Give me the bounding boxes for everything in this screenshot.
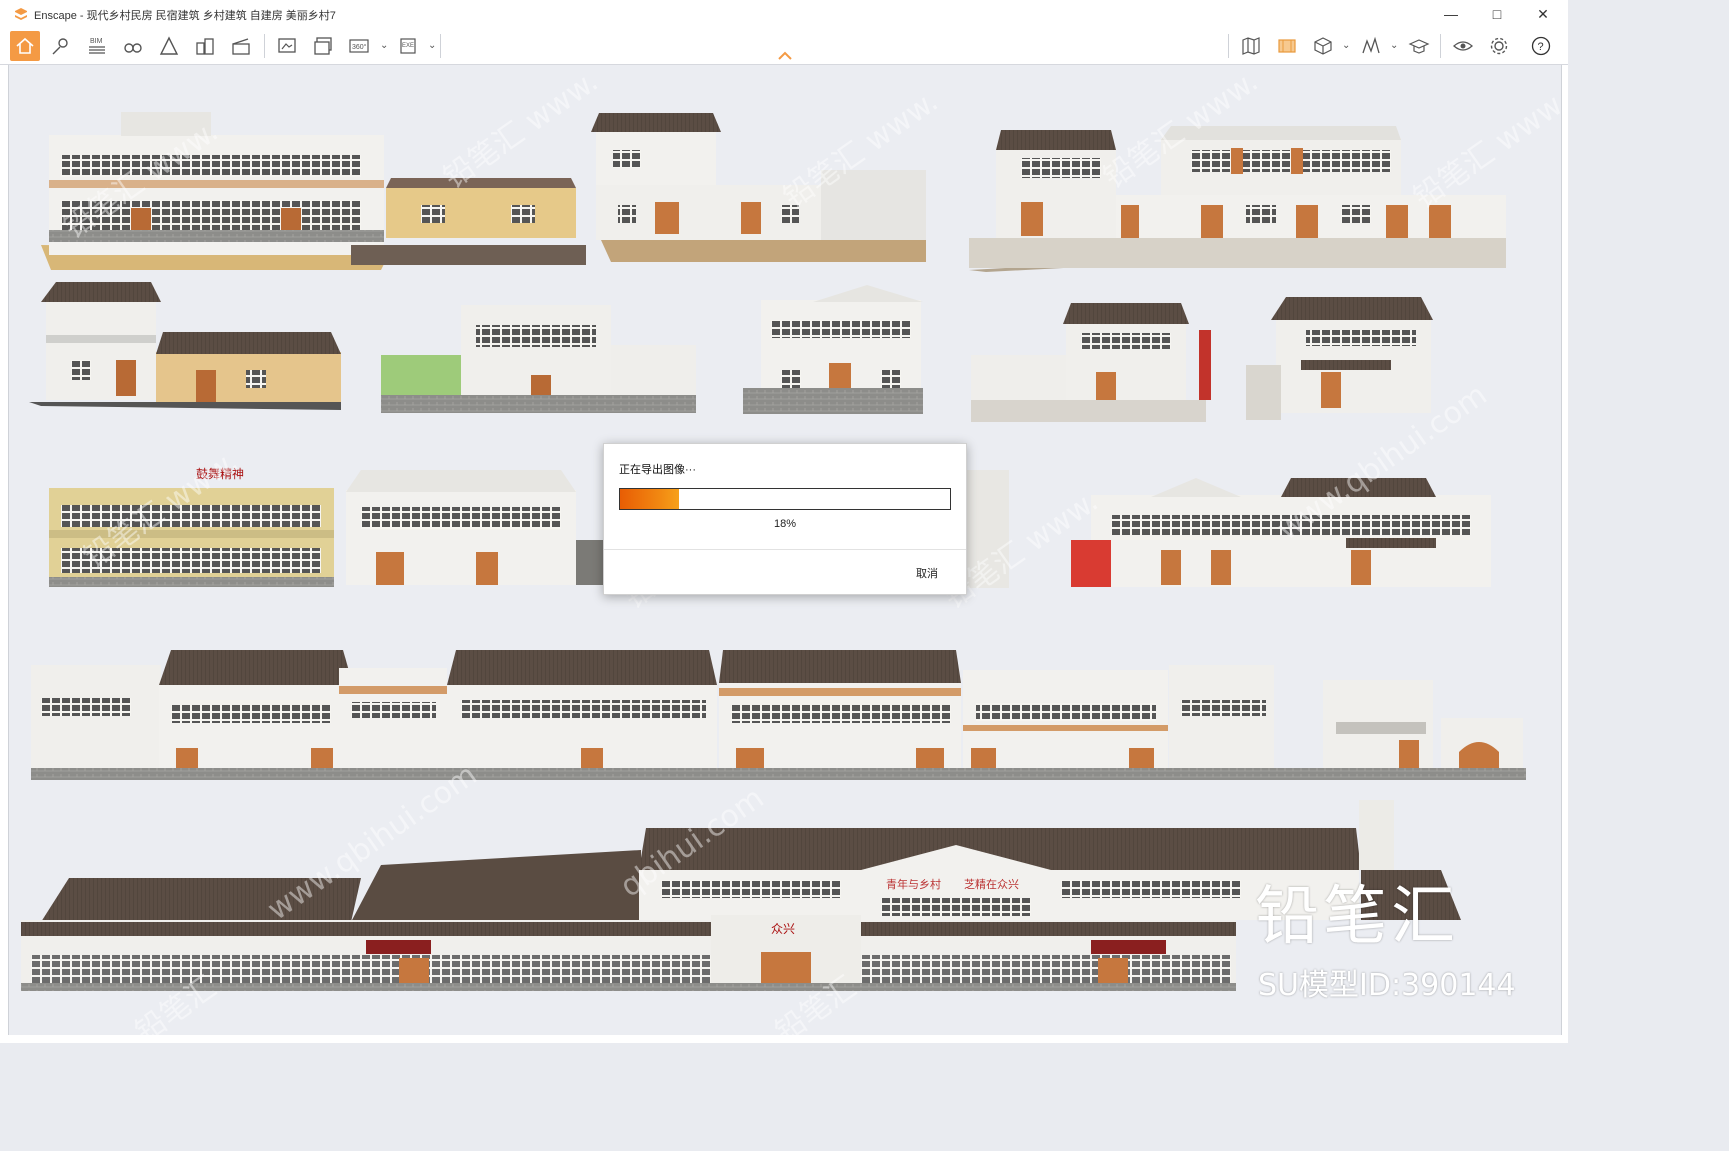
sign-text-4: 芝精在众兴 <box>964 878 1019 891</box>
perspective-icon <box>159 36 179 55</box>
location-icon <box>52 38 68 55</box>
asset-library-icon <box>1278 39 1296 53</box>
svg-text:EXE: EXE <box>402 43 414 49</box>
sign-text-1: 鼓舞精神 <box>196 467 244 481</box>
building-group-row-4 <box>31 650 1526 780</box>
window-frame-left <box>0 65 8 1043</box>
map-icon <box>1242 37 1260 55</box>
minimize-button[interactable]: — <box>1428 0 1474 28</box>
binoculars-button[interactable] <box>118 31 148 61</box>
building-group-row-1 <box>41 112 1506 272</box>
progress-bar-fill <box>620 489 680 509</box>
svg-text:360°: 360° <box>352 43 367 51</box>
dialog-divider <box>604 549 966 550</box>
sign-text-2: 众兴 <box>771 922 795 936</box>
buildings-button[interactable] <box>190 31 220 61</box>
settings-icon <box>1490 37 1508 55</box>
title-bar: Enscape - 现代乡村民房 民宿建筑 乡村建筑 自建房 美丽乡村7 — □… <box>0 0 1568 28</box>
enscape-logo-icon <box>15 8 27 20</box>
cube-icon <box>1314 37 1332 55</box>
progress-bar <box>619 488 951 510</box>
maximize-button[interactable]: □ <box>1474 0 1520 28</box>
screenshot-icon <box>278 38 296 53</box>
export-dropdown-chevron-icon[interactable]: ⌄ <box>428 40 436 51</box>
brand-watermark: 铅笔汇 <box>1255 880 1459 954</box>
cancel-button[interactable]: 取消 <box>916 565 938 581</box>
help-button[interactable]: ? <box>1526 31 1556 61</box>
panorama-360-icon: 360° <box>349 39 369 53</box>
toolbar-separator <box>264 34 265 58</box>
panorama-button[interactable]: 360° <box>344 31 374 61</box>
screenshot-button[interactable] <box>272 31 302 61</box>
batch-render-icon <box>314 37 332 55</box>
location-button[interactable] <box>46 31 76 61</box>
asset-library-button[interactable] <box>1272 31 1302 61</box>
window-title: Enscape - 现代乡村民房 民宿建筑 乡村建筑 自建房 美丽乡村7 <box>34 10 336 22</box>
building-group-row-2 <box>29 282 1433 422</box>
visibility-button[interactable] <box>1448 31 1478 61</box>
home-icon <box>16 37 34 54</box>
svg-text:?: ? <box>1538 41 1544 53</box>
chart-icon <box>1362 36 1380 54</box>
collapse-toolbar-chevron-icon[interactable] <box>776 50 794 62</box>
eye-icon <box>1453 41 1473 51</box>
batch-render-button[interactable] <box>308 31 338 61</box>
help-icon: ? <box>1531 36 1551 56</box>
map-button[interactable] <box>1236 31 1266 61</box>
exe-export-icon: EXE <box>400 38 416 54</box>
toolbar-separator <box>1228 34 1229 58</box>
material-dropdown-chevron-icon[interactable]: ⌄ <box>1342 40 1350 51</box>
bim-button[interactable]: BIM <box>82 31 112 61</box>
perspective-button[interactable] <box>154 31 184 61</box>
binoculars-icon <box>124 43 142 53</box>
toolbar-separator <box>1440 34 1441 58</box>
window-frame-bottom <box>0 1035 1568 1043</box>
panorama-dropdown-chevron-icon[interactable]: ⌄ <box>380 40 388 51</box>
svg-text:BIM: BIM <box>90 38 103 45</box>
graduation-cap-icon <box>1408 39 1430 54</box>
bim-icon: BIM <box>89 38 105 54</box>
model-id-watermark: SU模型ID:390144 <box>1258 968 1516 1003</box>
home-button[interactable] <box>10 31 40 61</box>
progress-percent: 18% <box>773 518 797 530</box>
sign-text-3: 青年与乡村 <box>886 877 941 891</box>
material-button[interactable] <box>1308 31 1338 61</box>
buildings-icon <box>196 38 214 55</box>
settings-button[interactable] <box>1484 31 1514 61</box>
export-progress-dialog: 正在导出图像··· 18% 取消 <box>603 443 967 595</box>
chart-button[interactable] <box>1356 31 1386 61</box>
toolbar-separator <box>440 34 441 58</box>
exe-export-button[interactable]: EXE <box>394 31 424 61</box>
close-button[interactable]: ✕ <box>1520 0 1566 28</box>
tutorial-button[interactable] <box>1404 31 1434 61</box>
building-group-row-5: 青年与乡村 芝精在众兴 众兴 <box>21 800 1461 991</box>
clapperboard-icon <box>232 38 250 55</box>
chart-dropdown-chevron-icon[interactable]: ⌄ <box>1390 40 1398 51</box>
dialog-title: 正在导出图像··· <box>619 464 696 476</box>
video-editor-button[interactable] <box>226 31 256 61</box>
